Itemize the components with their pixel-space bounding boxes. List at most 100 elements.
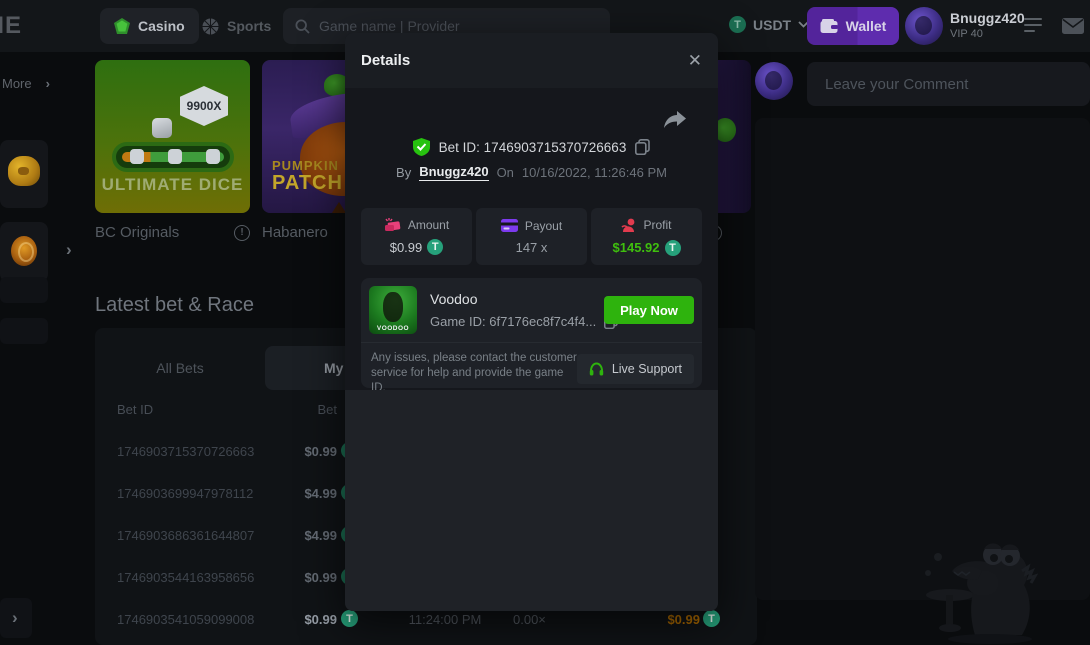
divider <box>361 342 702 343</box>
nav-tab-casino[interactable]: Casino <box>100 8 199 44</box>
stat-value: 147 x <box>516 240 548 255</box>
share-icon[interactable] <box>664 111 686 130</box>
provider-name: BC Originals <box>95 224 179 241</box>
modal-header: Details ✕ <box>345 33 718 88</box>
sidebar-item-coin-bonus[interactable] <box>0 222 48 282</box>
amount-money-icon <box>384 218 401 232</box>
tether-coin-icon <box>427 239 443 255</box>
payout-card-icon <box>501 219 518 232</box>
game-title: ULTIMATE DICE <box>95 175 250 195</box>
voodoo-thumb-label: VOODOO <box>369 325 417 332</box>
currency-label: USDT <box>753 17 791 33</box>
stat-payout: Payout 147 x <box>476 208 587 265</box>
tether-coin-icon <box>341 610 358 627</box>
chevron-right-icon: › <box>46 76 50 91</box>
mail-icon[interactable] <box>1062 18 1084 34</box>
by-label: By <box>396 165 411 180</box>
provider-row: Habanero <box>262 224 328 241</box>
username[interactable]: Bnuggz420 <box>950 10 1025 26</box>
live-support-label: Live Support <box>612 362 682 376</box>
bet-amount-cell: $4.99 <box>257 528 337 543</box>
bet-amount-cell: $0.99 <box>257 444 337 459</box>
dice-cube-icon <box>152 118 172 138</box>
game-card-ultimate-dice[interactable]: 9900X ULTIMATE DICE <box>95 60 250 213</box>
tab-all-bets[interactable]: All Bets <box>95 346 265 390</box>
wallet-button[interactable]: Wallet <box>807 7 899 45</box>
sports-basketball-icon <box>202 18 219 35</box>
headphones-icon <box>589 362 604 376</box>
profit-icon <box>621 218 636 233</box>
game-title-line1: PUMPKIN <box>272 158 339 173</box>
provider-row: BC Originals ! <box>95 224 250 241</box>
bet-id-cell: 1746903715370726663 <box>117 444 254 459</box>
bet-profit-cell: $0.99 <box>620 612 700 627</box>
sidebar-bottom-chevron[interactable]: › <box>12 608 18 628</box>
sports-label: Sports <box>227 18 271 34</box>
search-input[interactable] <box>319 18 569 34</box>
site-logo[interactable]: ME <box>0 12 22 42</box>
provider-name: Habanero <box>262 224 328 241</box>
game-title-line2: PATCH <box>272 172 343 195</box>
bet-id-cell: 1746903544163958656 <box>117 570 254 585</box>
tether-coin-icon <box>729 16 746 33</box>
verified-shield-icon <box>413 138 430 156</box>
stat-profit: Profit $145.92 <box>591 208 702 265</box>
bet-datetime: 10/16/2022, 11:26:46 PM <box>522 165 667 180</box>
play-now-button[interactable]: Play Now <box>604 296 694 324</box>
tether-coin-icon <box>665 240 681 256</box>
stat-label: Profit <box>643 218 671 232</box>
bet-id-cell: 1746903686361644807 <box>117 528 254 543</box>
bet-user-link[interactable]: Bnuggz420 <box>419 164 488 181</box>
bet-id-value: Bet ID: 1746903715370726663 <box>439 140 627 155</box>
tether-coin-icon <box>703 610 720 627</box>
bet-time-cell: 11:24:00 PM <box>395 612 495 627</box>
piggy-bank-icon <box>8 156 40 186</box>
sidebar-tile[interactable] <box>0 277 48 303</box>
vip-level: VIP 40 <box>950 28 983 40</box>
stat-value: $145.92 <box>613 240 660 255</box>
modal-title: Details <box>361 52 410 69</box>
sidebar-expand-chevron[interactable]: › <box>66 240 72 260</box>
bet-id-cell: 1746903541059099008 <box>117 612 254 627</box>
game-name: Voodoo <box>430 291 478 307</box>
bet-amount-cell: $0.99 <box>257 612 337 627</box>
bet-id-row: Bet ID: 1746903715370726663 <box>345 138 718 156</box>
nav-tab-sports[interactable]: Sports <box>192 8 281 44</box>
sidebar-item-piggy-bonus[interactable] <box>0 140 48 208</box>
stat-value: $0.99 <box>390 240 423 255</box>
latest-bet-race-title: Latest bet & Race <box>95 294 254 317</box>
casino-label: Casino <box>138 18 185 34</box>
comment-input-box[interactable] <box>807 62 1090 106</box>
search-icon <box>295 19 310 34</box>
voodoo-figure-graphic <box>383 292 403 322</box>
sidebar-more[interactable]: More › <box>2 76 50 91</box>
currency-selector[interactable]: USDT <box>729 16 809 33</box>
game-id-row: Game ID: 6f7176ec8f7c4f4... <box>430 314 618 329</box>
live-support-button[interactable]: Live Support <box>577 354 694 384</box>
game-id-value: Game ID: 6f7176ec8f7c4f4... <box>430 314 596 329</box>
on-label: On <box>497 165 514 180</box>
stat-amount: Amount $0.99 <box>361 208 472 265</box>
voodoo-game-thumbnail[interactable]: VOODOO <box>369 286 417 334</box>
bet-amount-cell: $0.99 <box>257 570 337 585</box>
more-label: More <box>2 76 32 91</box>
user-avatar[interactable] <box>905 7 943 45</box>
wallet-label: Wallet <box>846 18 887 34</box>
info-icon[interactable]: ! <box>234 225 250 241</box>
header-bet-id: Bet ID <box>117 402 153 417</box>
bet-list-icon[interactable] <box>1024 18 1042 36</box>
bet-amount-cell: $4.99 <box>257 486 337 501</box>
stat-label: Payout <box>525 219 562 233</box>
coin-icon <box>11 236 37 266</box>
crocodile-mascot <box>890 523 1075 645</box>
header-bet: Bet <box>277 402 337 417</box>
comment-input[interactable] <box>825 76 1072 93</box>
multiplier-badge: 9900X <box>180 86 228 126</box>
modal-lower-area <box>345 390 718 611</box>
bet-details-modal: Details ✕ Bet ID: 1746903715370726663 By… <box>345 33 718 611</box>
sidebar-tile[interactable] <box>0 318 48 344</box>
bet-byline: By Bnuggz420 On 10/16/2022, 11:26:46 PM <box>345 164 718 181</box>
close-icon[interactable]: ✕ <box>688 51 702 71</box>
stat-label: Amount <box>408 218 449 232</box>
copy-icon[interactable] <box>635 139 650 155</box>
